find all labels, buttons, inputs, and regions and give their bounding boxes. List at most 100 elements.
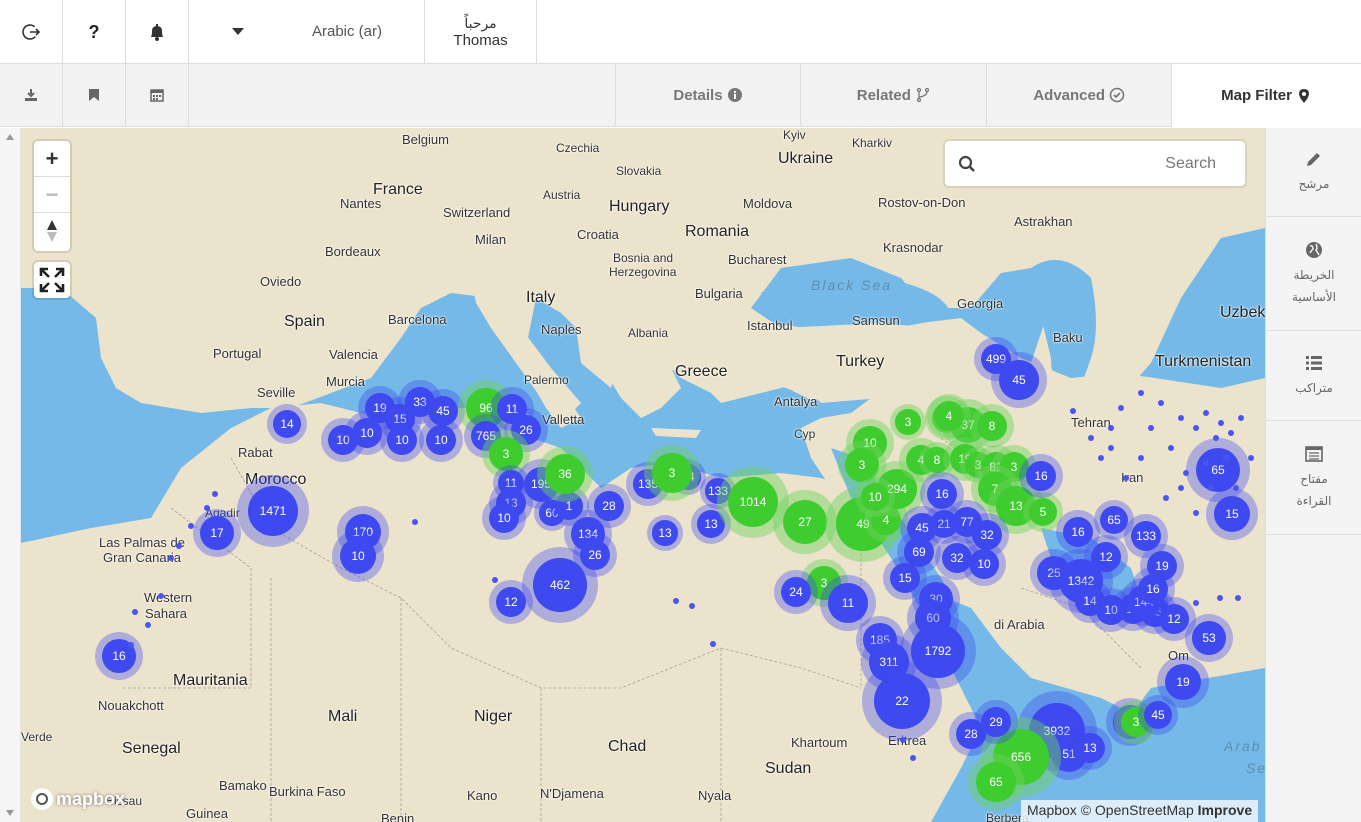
map-point[interactable] [1178,485,1184,491]
map-point[interactable] [158,593,164,599]
map-point[interactable] [1178,415,1184,421]
map-point[interactable] [1118,405,1124,411]
attribution-improve-link[interactable]: Improve [1198,802,1252,818]
map-cluster[interactable]: 17 [193,509,241,557]
map-point[interactable] [1248,455,1254,461]
map-point[interactable] [1168,445,1174,451]
panel-legend[interactable]: مفتاح القراءة [1266,421,1361,535]
scroll-up-arrow-icon[interactable] [6,134,14,140]
map-cluster[interactable]: 10 [855,477,895,517]
map-cluster[interactable]: 10 [962,542,1006,586]
map-point[interactable] [1193,600,1199,606]
map-canvas[interactable]: Belgium Czechia Kyiv Kharkiv Ukraine Slovakia… [21,128,1265,822]
bookmark-button[interactable] [62,64,126,126]
map-point[interactable] [1213,435,1219,441]
map-point[interactable] [1098,455,1104,461]
tab-related[interactable]: Related [800,64,986,126]
scroll-down-arrow-icon[interactable] [6,810,14,816]
map-cluster[interactable]: 45 [1138,695,1178,735]
map-cluster[interactable]: 3 [644,445,700,501]
zoom-in-button[interactable]: + [34,141,70,177]
map-cluster[interactable]: 65 [1094,500,1134,540]
map-point[interactable] [673,598,679,604]
map-cluster[interactable]: 10 [332,530,384,582]
panel-overlays[interactable]: متراكب [1266,331,1361,421]
fullscreen-button[interactable] [34,262,70,298]
map-cluster[interactable]: 24 [774,570,818,614]
map-cluster[interactable]: 11 [820,575,876,631]
map-point[interactable] [1123,475,1129,481]
attribution-text[interactable]: Mapbox © OpenStreetMap [1027,802,1194,818]
map-point[interactable] [1208,485,1214,491]
map-cluster[interactable]: 19 [1140,544,1184,588]
map-point[interactable] [1158,400,1164,406]
map-point[interactable] [1108,425,1114,431]
map-point[interactable] [1203,410,1209,416]
map-point[interactable] [1108,445,1114,451]
map-point[interactable] [132,609,138,615]
panel-basemap[interactable]: الخريطة الأساسية [1266,217,1361,331]
map-point[interactable] [1235,595,1241,601]
map-point[interactable] [1193,510,1199,516]
map-cluster[interactable]: 65 [968,754,1024,810]
map-point[interactable] [168,555,174,561]
map-cluster[interactable]: 12 [489,580,533,624]
map-cluster[interactable]: 15 [1206,488,1258,540]
map-point[interactable] [145,622,151,628]
map-point[interactable] [1228,430,1234,436]
map-point[interactable] [128,642,134,648]
map-cluster[interactable]: 10 [482,496,526,540]
map-cluster[interactable]: 13 [647,515,683,551]
logout-button[interactable] [0,0,63,63]
map-point[interactable] [212,491,218,497]
map-cluster[interactable]: 22 [862,661,942,741]
mapbox-logo[interactable]: mapbox [31,788,125,810]
panel-filter[interactable]: مرشح [1266,128,1361,217]
map-point[interactable] [1183,470,1189,476]
map-point[interactable] [1138,390,1144,396]
map-cluster[interactable]: 16 [95,632,143,680]
map-point[interactable] [1148,425,1154,431]
map-point[interactable] [188,523,194,529]
map-point[interactable] [1203,460,1209,466]
download-button[interactable] [0,64,63,126]
map-point[interactable] [176,543,182,549]
map-cluster[interactable]: 16 [1019,454,1063,498]
calendar-button[interactable] [125,64,189,126]
map-cluster[interactable]: 4 [927,394,971,438]
map-point[interactable] [492,577,498,583]
reset-bearing-button[interactable] [34,213,70,249]
map-cluster[interactable]: 1471 [237,475,309,547]
map-point[interactable] [1088,435,1094,441]
map-point[interactable] [710,641,716,647]
map-search[interactable] [945,141,1245,186]
map-point[interactable] [1070,408,1076,414]
scrollbar[interactable] [0,128,21,822]
language-selector[interactable]: Arabic (ar) [189,0,425,63]
map-cluster[interactable]: 14 [267,404,307,444]
map-point[interactable] [412,519,418,525]
map-point[interactable] [1218,420,1224,426]
help-button[interactable]: ? [63,0,126,63]
tab-map-filter[interactable]: Map Filter [1171,64,1361,127]
map-point[interactable] [1193,425,1199,431]
zoom-out-button[interactable]: − [34,177,70,213]
user-menu[interactable]: مرحباً Thomas [425,0,537,63]
notifications-button[interactable] [126,0,189,63]
map-point[interactable] [689,603,695,609]
tab-details[interactable]: Details [614,64,801,126]
tab-advanced[interactable]: Advanced [986,64,1171,126]
map-cluster[interactable]: 45 [991,352,1047,408]
map-point[interactable] [1163,495,1169,501]
map-point[interactable] [1138,455,1144,461]
map-cluster[interactable]: 10 [380,418,424,462]
map-cluster[interactable]: 3 [890,404,926,440]
map-cluster[interactable]: 53 [1185,614,1233,662]
map-cluster[interactable]: 36 [537,446,593,502]
search-input[interactable] [976,154,1216,173]
map-point[interactable] [1238,415,1244,421]
map-cluster[interactable]: 462 [522,547,598,623]
map-point[interactable] [1233,485,1239,491]
map-point[interactable] [1223,455,1229,461]
map-cluster[interactable]: 13 [1068,726,1112,770]
